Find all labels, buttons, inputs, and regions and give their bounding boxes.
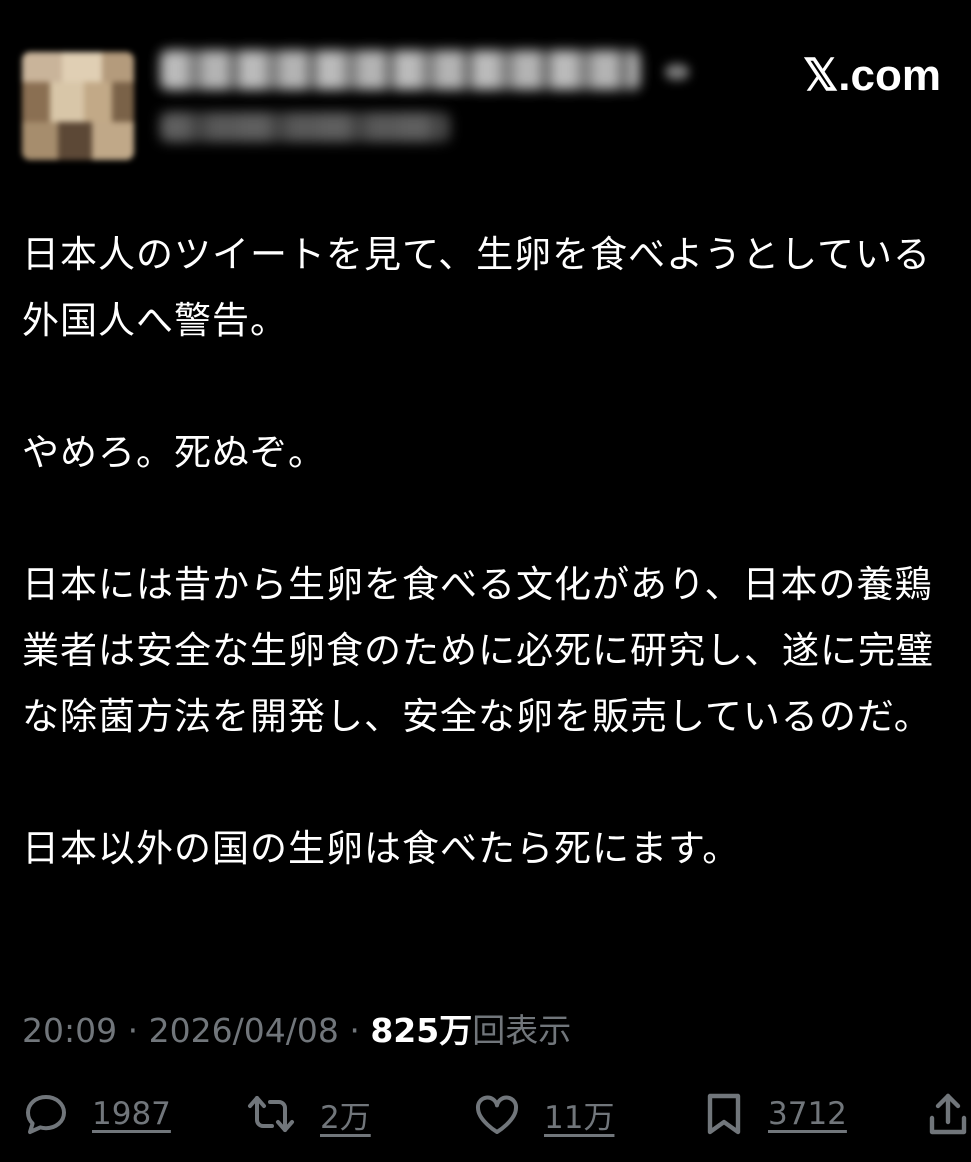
post-paragraph: 日本には昔から生卵を食べる文化があり、日本の養鶏業者は安全な生卵食のために必死に… bbox=[22, 563, 934, 738]
like-count: 11万 bbox=[544, 1099, 615, 1136]
repost-icon bbox=[244, 1090, 298, 1138]
post-meta: 20:09 · 2026/04/08 · 825万回表示 bbox=[22, 1004, 571, 1052]
reply-count: 1987 bbox=[92, 1096, 171, 1132]
views-count[interactable]: 825万 bbox=[370, 1011, 472, 1050]
repost-count: 2万 bbox=[320, 1099, 371, 1136]
views-label: 回表示 bbox=[472, 1011, 572, 1050]
post-date[interactable]: 2026/04/08 bbox=[149, 1011, 339, 1050]
display-name-redacted-tail bbox=[665, 64, 689, 80]
reply-icon bbox=[22, 1090, 70, 1138]
meta-separator: · bbox=[127, 1011, 139, 1050]
avatar[interactable] bbox=[22, 52, 134, 160]
post-text: 日本人のツイートを見て、生卵を食べようとしている外国人へ警告。 やめろ。死ぬぞ。… bbox=[22, 222, 952, 882]
post-paragraph: やめろ。死ぬぞ。 bbox=[22, 431, 326, 474]
share-button[interactable] bbox=[926, 1082, 970, 1146]
repost-button[interactable]: 2万 bbox=[244, 1082, 371, 1146]
x-com-logo: 𝕏.com bbox=[802, 51, 941, 100]
user-handle-redacted[interactable] bbox=[160, 112, 450, 142]
reply-button[interactable]: 1987 bbox=[22, 1082, 171, 1146]
like-button[interactable]: 11万 bbox=[472, 1082, 614, 1146]
action-bar: 1987 2万 11万 3712 bbox=[22, 1082, 971, 1152]
share-icon bbox=[926, 1090, 970, 1138]
like-icon bbox=[472, 1090, 522, 1138]
post-paragraph: 日本人のツイートを見て、生卵を食べようとしている外国人へ警告。 bbox=[22, 233, 932, 342]
post-paragraph: 日本以外の国の生卵は食べたら死にます。 bbox=[22, 827, 741, 870]
post-header: 𝕏.com bbox=[0, 0, 971, 170]
post-time[interactable]: 20:09 bbox=[22, 1011, 117, 1050]
display-name-redacted[interactable] bbox=[160, 50, 640, 90]
bookmark-button[interactable]: 3712 bbox=[702, 1082, 847, 1146]
bookmark-icon bbox=[702, 1090, 746, 1138]
user-info[interactable] bbox=[160, 50, 689, 142]
bookmark-count: 3712 bbox=[768, 1096, 847, 1132]
meta-separator: · bbox=[349, 1011, 360, 1050]
